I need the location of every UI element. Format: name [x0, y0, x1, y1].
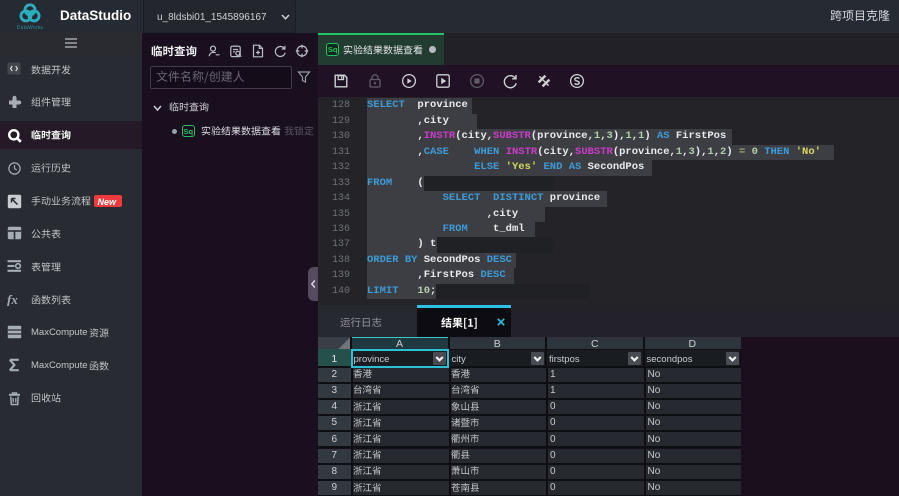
- svg-text:fx: fx: [7, 292, 18, 306]
